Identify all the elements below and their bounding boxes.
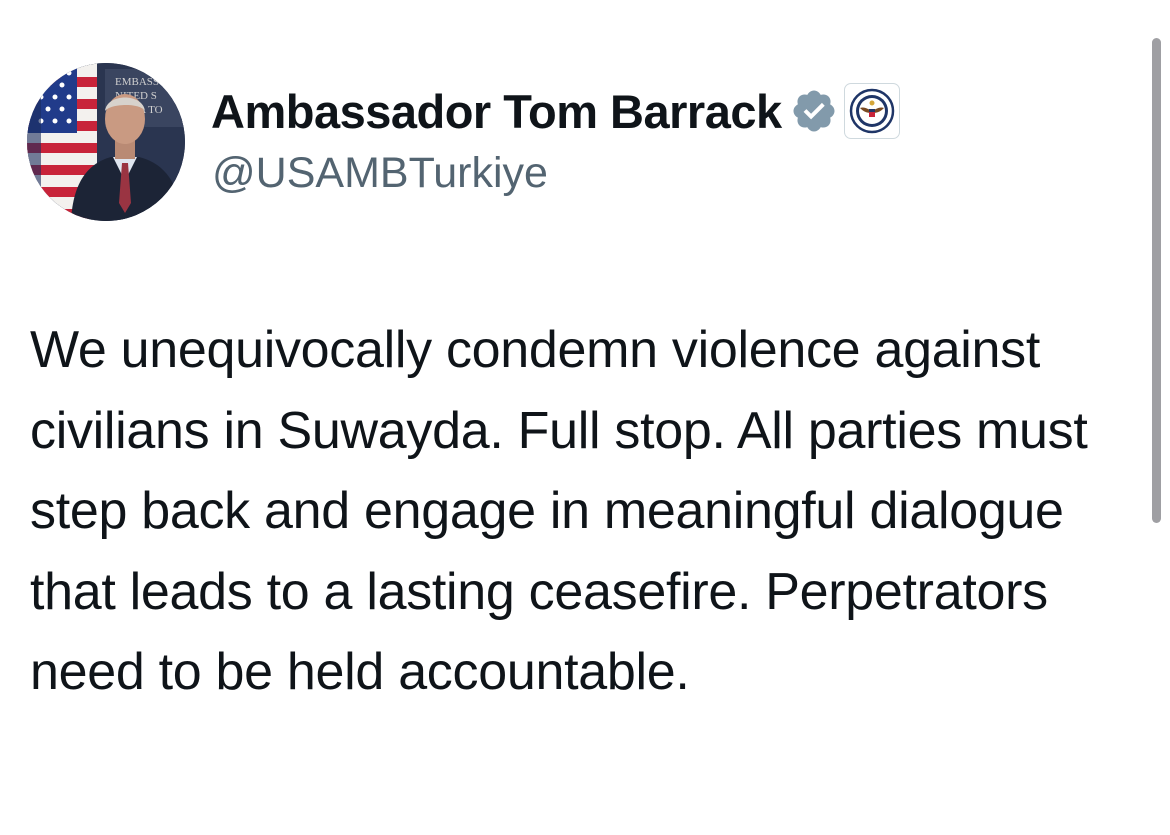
author-display-name[interactable]: Ambassador Tom Barrack <box>211 88 782 135</box>
verified-badge-icon[interactable] <box>790 87 838 135</box>
post-text: We unequivocally condemn violence agains… <box>30 321 1088 701</box>
author-handle[interactable]: @USAMBTurkiye <box>212 152 548 195</box>
scrollbar[interactable] <box>1152 38 1161 523</box>
avatar-image: EMBASS NITED S KARA TO <box>27 63 185 221</box>
state-department-seal-icon[interactable] <box>843 83 900 139</box>
author-name-row: Ambassador Tom Barrack <box>211 80 900 142</box>
author-avatar[interactable]: EMBASS NITED S KARA TO <box>27 63 185 221</box>
avatar-sign-line-1: EMBASS <box>115 76 159 88</box>
